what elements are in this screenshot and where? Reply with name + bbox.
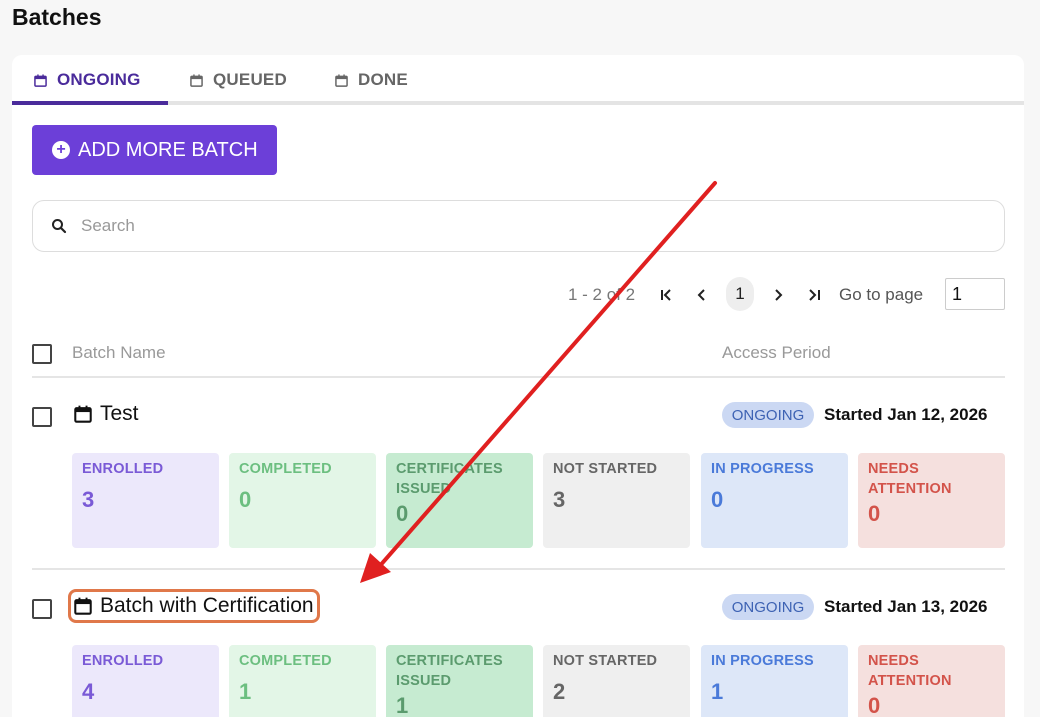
stat-label: CERTIFICATES ISSUED	[396, 653, 503, 689]
stat-value: 1	[711, 679, 724, 704]
stat-value: 0	[396, 501, 409, 526]
stat-not-started[interactable]: NOT STARTED 3	[543, 453, 690, 548]
started-date: Started Jan 12, 2026	[824, 405, 988, 424]
stat-not-started[interactable]: NOT STARTED 2	[543, 645, 690, 717]
stat-needs-attention[interactable]: NEEDS ATTENTION 0	[858, 453, 1005, 548]
stat-value: 4	[82, 679, 95, 704]
status-badge: ONGOING	[722, 402, 814, 428]
stat-label: COMPLETED	[239, 653, 332, 669]
plus-circle-icon: +	[52, 141, 70, 159]
calendar-icon	[335, 73, 348, 87]
batches-card: ONGOING QUEUED DONE + ADD MORE BATCH 1 -…	[12, 55, 1024, 717]
status-badge: ONGOING	[722, 594, 814, 620]
tab-done[interactable]: DONE	[335, 55, 408, 105]
stat-needs-attention[interactable]: NEEDS ATTENTION 0	[858, 645, 1005, 717]
stat-label: NEEDS ATTENTION	[868, 653, 952, 689]
next-page-icon[interactable]	[765, 282, 791, 308]
column-header-access-period: Access Period	[722, 343, 831, 362]
stat-value: 0	[868, 501, 881, 526]
stat-completed[interactable]: COMPLETED 1	[229, 645, 376, 717]
stat-label: COMPLETED	[239, 461, 332, 477]
calendar-icon	[190, 73, 203, 87]
tab-queued[interactable]: QUEUED	[190, 55, 287, 105]
stat-label: NEEDS ATTENTION	[868, 461, 952, 497]
stat-certificates-issued[interactable]: CERTIFICATES ISSUED 1	[386, 645, 533, 717]
pagination-range: 1 - 2 of 2	[568, 285, 636, 304]
stat-value: 1	[396, 693, 409, 717]
stat-label: CERTIFICATES ISSUED	[396, 461, 503, 497]
calendar-icon	[74, 405, 92, 423]
search-icon	[52, 219, 67, 234]
calendar-icon	[34, 73, 47, 87]
add-more-batch-button[interactable]: + ADD MORE BATCH	[32, 125, 277, 175]
first-page-icon[interactable]	[654, 282, 680, 308]
tab-label: DONE	[358, 70, 408, 89]
stat-label: ENROLLED	[82, 653, 164, 669]
tab-label: ONGOING	[57, 70, 141, 89]
page-title: Batches	[12, 4, 102, 30]
column-header-batch-name: Batch Name	[72, 343, 166, 362]
tab-bar: ONGOING QUEUED DONE	[12, 55, 1024, 105]
row-divider	[32, 568, 1005, 570]
select-all-checkbox[interactable]	[32, 344, 52, 364]
current-page-button[interactable]: 1	[726, 277, 754, 311]
stat-value: 1	[239, 679, 252, 704]
row-checkbox[interactable]	[32, 599, 52, 619]
stat-label: ENROLLED	[82, 461, 164, 477]
stat-completed[interactable]: COMPLETED 0	[229, 453, 376, 548]
go-to-page-label: Go to page	[839, 285, 924, 304]
header-divider	[32, 376, 1005, 378]
search-box	[32, 200, 1005, 252]
stat-value: 2	[553, 679, 566, 704]
calendar-icon	[74, 597, 92, 615]
stat-value: 0	[239, 487, 252, 512]
batch-name-link[interactable]: Batch with Certification	[68, 589, 320, 623]
stat-enrolled[interactable]: ENROLLED 3	[72, 453, 219, 548]
stat-label: NOT STARTED	[553, 653, 658, 669]
row-checkbox[interactable]	[32, 407, 52, 427]
stat-label: IN PROGRESS	[711, 461, 814, 477]
stat-label: NOT STARTED	[553, 461, 658, 477]
batch-name-text: Test	[100, 402, 139, 425]
stat-value: 0	[868, 693, 881, 717]
stat-certificates-issued[interactable]: CERTIFICATES ISSUED 0	[386, 453, 533, 548]
last-page-icon[interactable]	[801, 282, 827, 308]
batch-name-link[interactable]: Test	[74, 402, 139, 426]
tab-ongoing[interactable]: ONGOING	[34, 55, 141, 105]
stat-in-progress[interactable]: IN PROGRESS 0	[701, 453, 848, 548]
go-to-page-input[interactable]	[945, 278, 1005, 310]
active-tab-indicator	[12, 101, 168, 105]
tab-label: QUEUED	[213, 70, 287, 89]
stat-value: 3	[82, 487, 95, 512]
stat-value: 0	[711, 487, 724, 512]
stat-label: IN PROGRESS	[711, 653, 814, 669]
stat-in-progress[interactable]: IN PROGRESS 1	[701, 645, 848, 717]
stat-value: 3	[553, 487, 566, 512]
add-more-batch-label: ADD MORE BATCH	[78, 138, 258, 161]
previous-page-icon[interactable]	[689, 282, 715, 308]
batch-name-text: Batch with Certification	[100, 594, 314, 617]
started-date: Started Jan 13, 2026	[824, 597, 988, 616]
stat-enrolled[interactable]: ENROLLED 4	[72, 645, 219, 717]
search-input[interactable]	[81, 216, 881, 236]
